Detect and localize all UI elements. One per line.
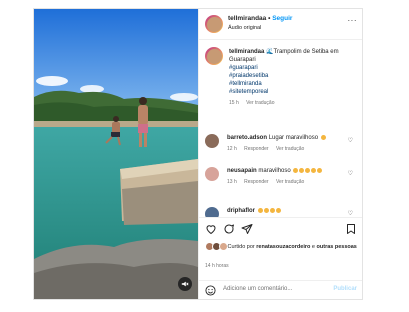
comment-bubble-icon[interactable] — [223, 223, 235, 235]
comment-input[interactable]: Adicione um comentário... — [223, 286, 323, 292]
caption-translate-link[interactable]: Ver tradução — [246, 100, 274, 106]
caption-username[interactable]: tellmirandaa — [229, 49, 264, 55]
author-avatar[interactable] — [205, 15, 223, 33]
audio-label[interactable]: Áudio original — [228, 25, 261, 31]
comment-username[interactable]: neusapain — [227, 168, 257, 174]
emoji-icon — [257, 207, 263, 213]
heart-eyes-emoji-icon — [299, 167, 305, 173]
post-card: tellmirandaa • Seguir Áudio original ···… — [33, 8, 363, 300]
comment-username[interactable]: barreto.adson — [227, 135, 267, 141]
emoji-icon — [269, 207, 275, 213]
commenter-avatar[interactable] — [205, 167, 219, 181]
like-heart-icon[interactable] — [205, 223, 217, 235]
post-time: 14 h — [205, 263, 215, 269]
post-video[interactable] — [34, 9, 198, 299]
post-time-unit: horas — [216, 263, 229, 269]
publish-button[interactable]: Publicar — [333, 286, 357, 292]
beach-scene — [34, 9, 198, 299]
likes-summary: Curtido por renatasouzacordeiro e outras… — [205, 242, 357, 251]
reply-button[interactable]: Responder — [244, 146, 268, 152]
post-header: tellmirandaa • Seguir Áudio original ··· — [199, 9, 362, 40]
post-actions: Curtido por renatasouzacordeiro e outras… — [199, 217, 362, 299]
heart-eyes-emoji-icon — [311, 167, 317, 173]
separator-dot: • — [268, 15, 271, 22]
author-username[interactable]: tellmirandaa — [228, 15, 266, 22]
heart-eyes-emoji-icon — [293, 167, 299, 173]
more-options-icon[interactable]: ··· — [348, 16, 358, 25]
commenter-avatar[interactable] — [205, 134, 219, 148]
liked-by-others[interactable]: outras pessoas — [317, 244, 357, 250]
save-bookmark-icon[interactable] — [345, 223, 357, 235]
comment-text: Lugar maravilhoso — [268, 135, 319, 141]
post-side-panel: tellmirandaa • Seguir Áudio original ···… — [198, 9, 362, 299]
mute-button[interactable] — [178, 277, 192, 291]
comment-time: 13 h — [227, 179, 237, 185]
share-send-icon[interactable] — [241, 223, 253, 235]
comment-username[interactable]: driphaflor — [227, 208, 255, 214]
translate-link[interactable]: Ver tradução — [276, 146, 304, 152]
liked-by-prefix: Curtido por — [227, 243, 255, 250]
hashtag-link[interactable]: #praiadesetiba — [229, 72, 357, 80]
comment-text: maravilhoso — [258, 168, 291, 174]
translate-link[interactable]: Ver tradução — [276, 179, 304, 185]
heart-eyes-emoji-icon — [317, 167, 323, 173]
speaker-mute-icon — [181, 281, 189, 287]
emoji-icon — [263, 207, 269, 213]
emoji-smile-icon[interactable] — [205, 285, 216, 296]
heart-eyes-emoji-icon — [305, 167, 311, 173]
follow-button[interactable]: Seguir — [272, 15, 292, 22]
add-comment-bar: Adicione um comentário... Publicar — [199, 280, 362, 299]
liked-by-and: e — [311, 243, 315, 250]
reply-button[interactable]: Responder — [244, 179, 268, 185]
comment-time: 12 h — [227, 146, 237, 152]
smile-emoji-icon — [320, 134, 326, 140]
hashtag-link[interactable]: #tellmiranda — [229, 80, 357, 88]
heart-icon[interactable]: ♡ — [348, 170, 353, 177]
hashtag-link[interactable]: #sitetemporeal — [229, 88, 357, 96]
hashtag-link[interactable]: #guarapari — [229, 64, 357, 72]
emoji-icon — [275, 207, 281, 213]
caption-time: 15 h — [229, 100, 239, 106]
liked-by-user[interactable]: renatasouzacordeiro — [256, 244, 310, 250]
heart-icon[interactable]: ♡ — [348, 210, 353, 217]
caption-avatar[interactable] — [205, 47, 223, 65]
heart-icon[interactable]: ♡ — [348, 137, 353, 144]
